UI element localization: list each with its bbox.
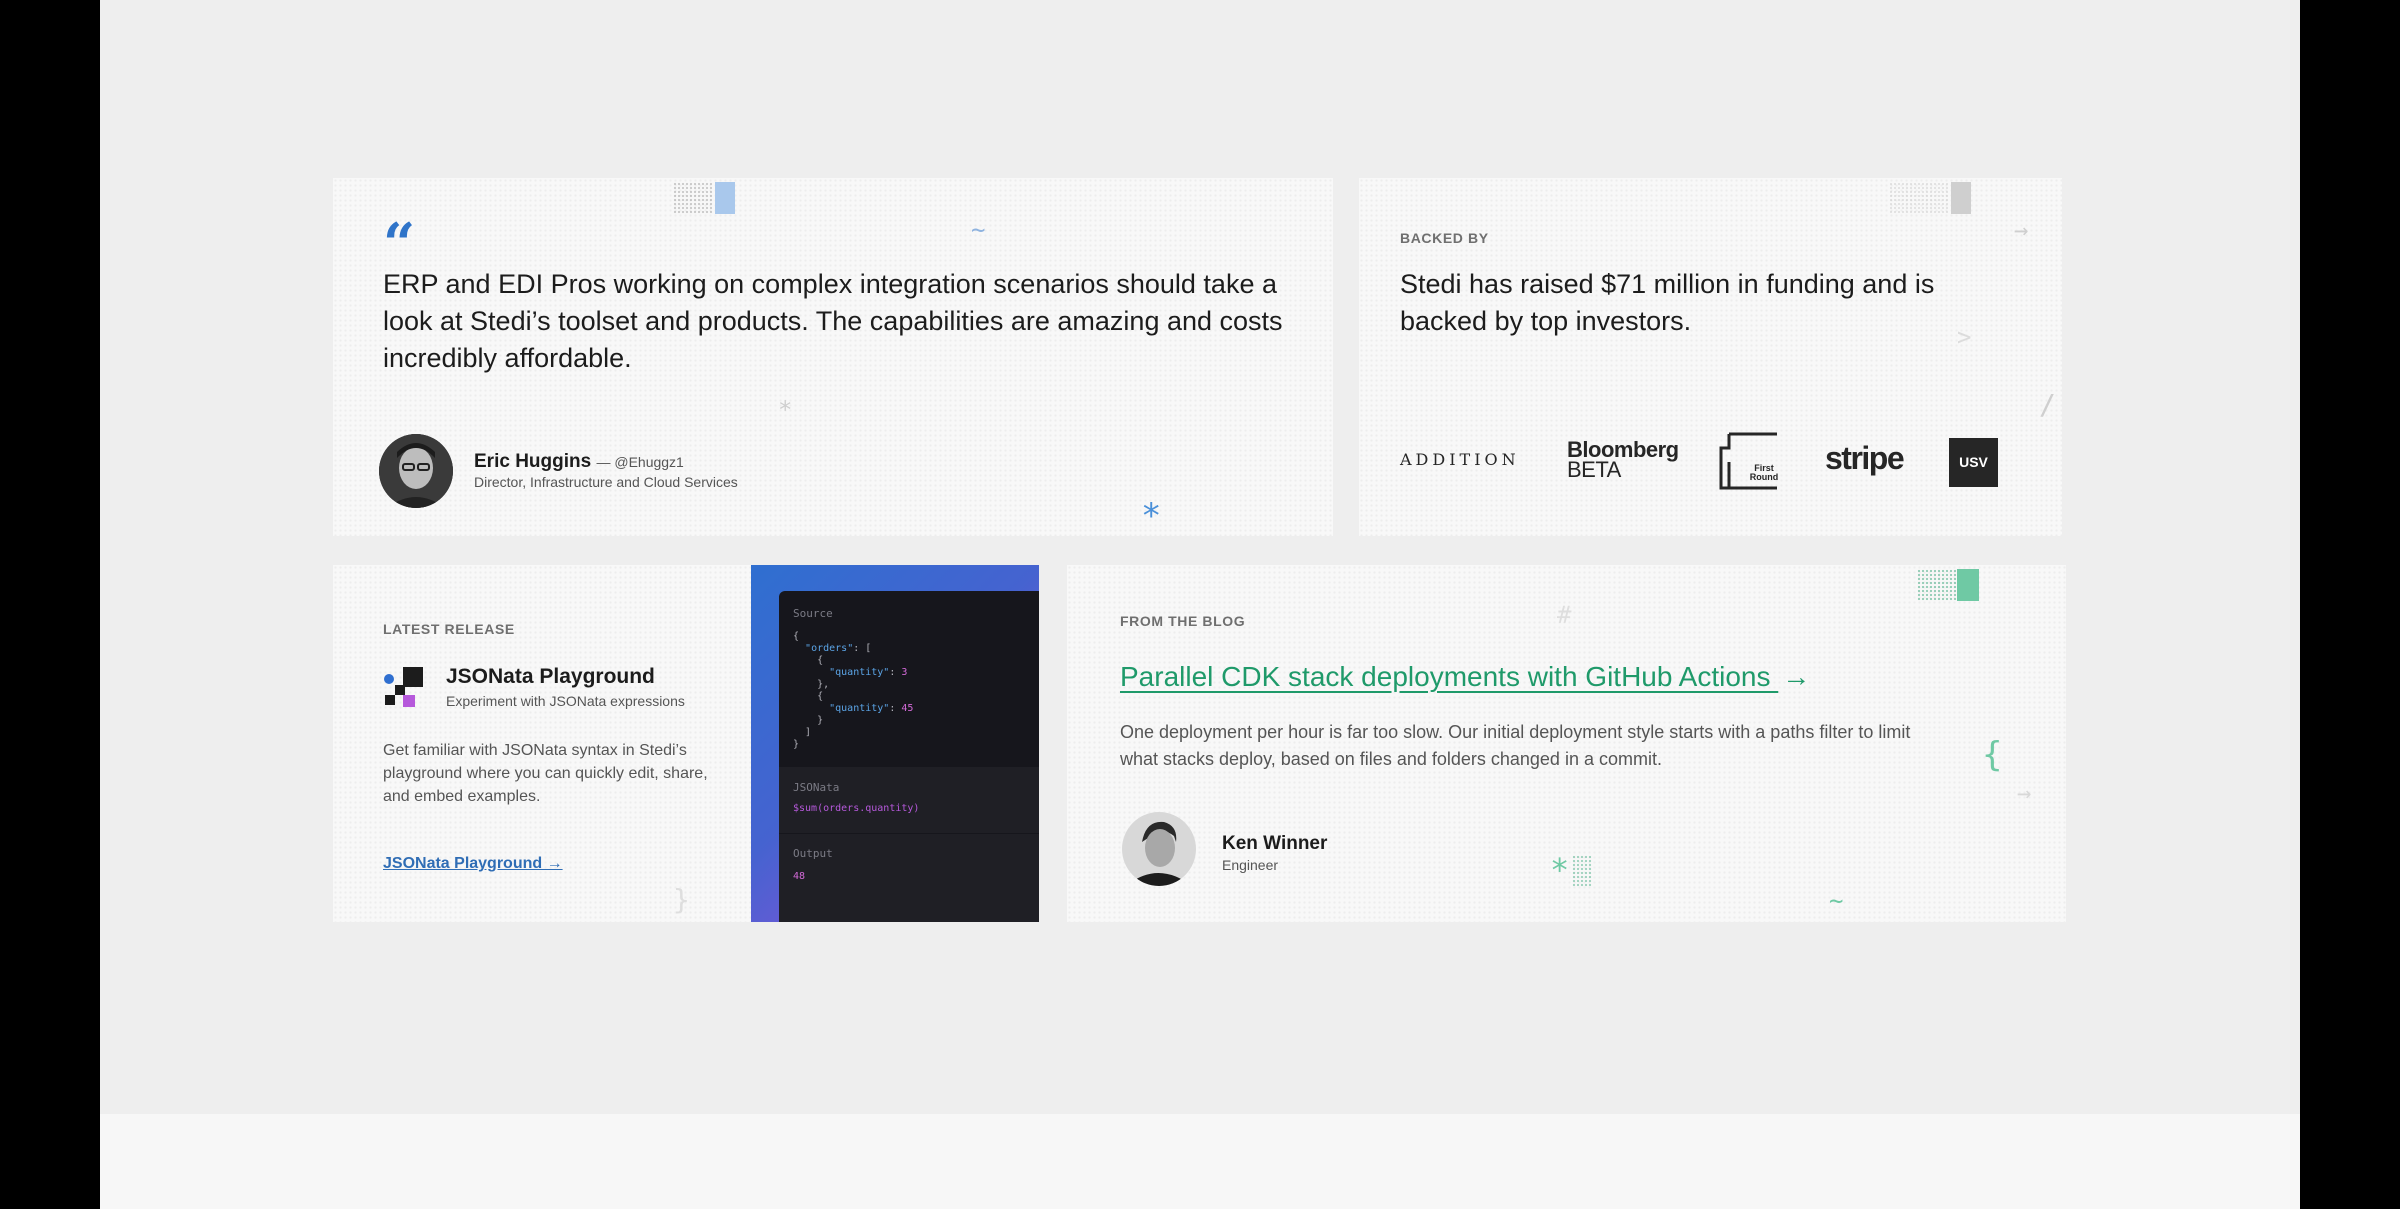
- blog-post-link[interactable]: Parallel CDK stack deployments with GitH…: [1120, 661, 1810, 693]
- decorative-block: [1951, 182, 1971, 214]
- output-value: 48: [793, 871, 806, 882]
- author-role: Director, Infrastructure and Cloud Servi…: [474, 474, 738, 490]
- blog-post-title[interactable]: Parallel CDK stack deployments with GitH…: [1120, 661, 1771, 692]
- decorative-block: [1957, 569, 1979, 601]
- jsonata-label: JSONata: [793, 781, 840, 794]
- blog-card: # { → * ~ FROM THE BLOG Parallel CDK sta…: [1067, 565, 2066, 922]
- output-label: Output: [793, 847, 833, 860]
- stripe-logo: stripe: [1825, 440, 1905, 476]
- code-preview-panel: Source { "orders": [ { "quantity": 3 }, …: [751, 565, 1039, 922]
- footer-band: [100, 1114, 2300, 1209]
- brace-decoration-icon: {: [1982, 735, 2003, 775]
- asterisk-decoration-icon: *: [778, 396, 793, 424]
- blog-eyebrow: FROM THE BLOG: [1120, 613, 1246, 629]
- tilde-decoration-icon: ~: [1829, 887, 1844, 915]
- addition-logo: ADDITION: [1400, 450, 1520, 469]
- avatar: [1122, 812, 1196, 886]
- investors-card: → > / BACKED BY Stedi has raised $71 mil…: [1359, 178, 2062, 536]
- investors-eyebrow: BACKED BY: [1400, 230, 1489, 246]
- release-title: JSONata Playground: [446, 665, 655, 688]
- asterisk-decoration-icon: *: [1141, 496, 1162, 536]
- testimonial-card: ~ * * “ ERP and EDI Pros working on comp…: [333, 178, 1333, 536]
- decorative-block: [715, 182, 735, 214]
- usv-logo-text: USV: [1959, 454, 1988, 470]
- first-round-logo: First Round: [1719, 432, 1779, 490]
- decorative-dots: [1572, 855, 1592, 887]
- decorative-dots: [1889, 182, 1949, 214]
- investors-text: Stedi has raised $71 million in funding …: [1400, 269, 1935, 336]
- decorative-dots: [673, 182, 713, 214]
- beta-logo-line: BETA: [1567, 457, 1621, 482]
- quote-mark-icon: “: [383, 211, 416, 277]
- blog-author-name: Ken Winner: [1222, 833, 1328, 854]
- jsonata-section: [779, 767, 1039, 833]
- arrow-decoration-icon: →: [2014, 216, 2029, 244]
- slash-decoration-icon: /: [2039, 388, 2056, 421]
- code-window: Source { "orders": [ { "quantity": 3 }, …: [779, 591, 1039, 922]
- release-subtitle: Experiment with JSONata expressions: [446, 693, 685, 709]
- testimonial-author: Eric Huggins — @Ehuggz1: [474, 451, 684, 473]
- author-name: Eric Huggins: [474, 451, 592, 472]
- release-eyebrow: LATEST RELEASE: [383, 621, 515, 637]
- usv-logo: USV: [1949, 438, 1998, 487]
- source-code: { "orders": [ { "quantity": 3 }, { "quan…: [793, 631, 914, 750]
- release-description: Get familiar with JSONata syntax in Sted…: [383, 742, 708, 805]
- source-label: Source: [793, 607, 833, 620]
- hash-decoration-icon: #: [1557, 601, 1572, 629]
- first-round-logo-text: First Round: [1749, 463, 1779, 482]
- author-handle[interactable]: — @Ehuggz1: [596, 454, 683, 470]
- brace-decoration-icon: }: [673, 883, 690, 916]
- blog-post-description: One deployment per hour is far too slow.…: [1120, 722, 1911, 769]
- blog-author-role: Engineer: [1222, 857, 1279, 873]
- decorative-dots: [1917, 569, 1957, 601]
- testimonial-quote: ERP and EDI Pros working on complex inte…: [383, 269, 1283, 373]
- release-card: } LATEST RELEASE JSONata Playground Expe…: [333, 565, 1039, 922]
- page: ~ * * “ ERP and EDI Pros working on comp…: [100, 0, 2300, 1209]
- tilde-decoration-icon: ~: [971, 216, 986, 244]
- avatar: [379, 434, 453, 508]
- arrow-decoration-icon: →: [2017, 779, 2032, 807]
- asterisk-decoration-icon: *: [1550, 851, 1570, 889]
- jsonata-logo-icon: [383, 665, 427, 709]
- jsonata-expression[interactable]: $sum(orders.quantity): [793, 803, 919, 814]
- jsonata-playground-link[interactable]: JSONata Playground →: [383, 855, 563, 873]
- arrow-right-icon: →: [1782, 661, 1811, 692]
- bloomberg-beta-logo: Bloomberg BETA: [1567, 439, 1679, 482]
